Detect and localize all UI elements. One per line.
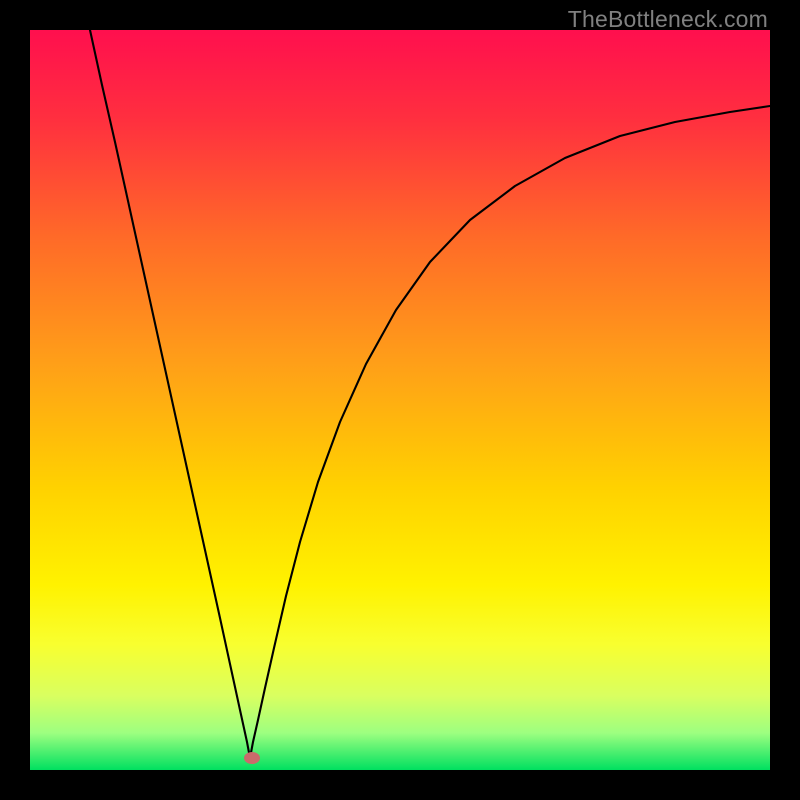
gradient-background (30, 30, 770, 770)
chart-frame (30, 30, 770, 770)
optimum-marker (244, 752, 260, 764)
watermark-text: TheBottleneck.com (568, 6, 768, 33)
bottleneck-chart (30, 30, 770, 770)
